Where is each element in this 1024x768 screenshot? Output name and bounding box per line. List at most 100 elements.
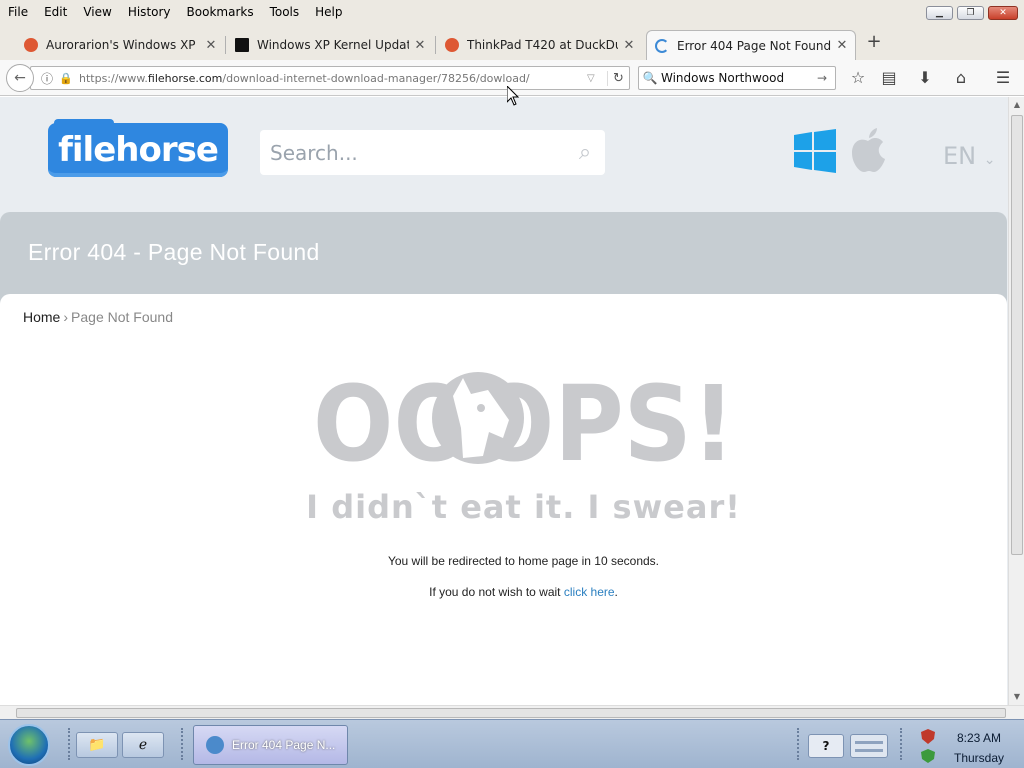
url-text[interactable]: https://www.filehorse.com/download-inter…: [73, 72, 587, 85]
taskbar-grip[interactable]: [797, 728, 801, 760]
menu-edit[interactable]: Edit: [36, 5, 75, 19]
language-label: EN: [943, 142, 977, 170]
download-icon[interactable]: ⬇: [914, 68, 936, 88]
duckduckgo-icon: [24, 38, 38, 52]
menu-tools[interactable]: Tools: [262, 5, 308, 19]
taskbar-grip[interactable]: [181, 728, 185, 760]
wait-message: If you do not wish to wait click here.: [0, 585, 1008, 599]
search-go-icon[interactable]: →: [817, 71, 835, 85]
horizontal-scrollbar[interactable]: [0, 705, 1024, 719]
library-icon: [235, 38, 249, 52]
system-clock[interactable]: 8:23 AM Thursday: [944, 728, 1014, 768]
url-path: /download-internet-download-manager/7825…: [222, 71, 530, 85]
search-engine-icon[interactable]: 🔍: [639, 71, 661, 85]
scroll-thumb[interactable]: [16, 708, 1006, 718]
close-tab-icon[interactable]: ✕: [622, 38, 636, 53]
ie-quicklaunch-icon[interactable]: ℯ: [122, 732, 164, 758]
duckduckgo-icon: [445, 38, 459, 52]
horse-head-icon: [432, 372, 524, 464]
scroll-up-icon[interactable]: ▲: [1009, 97, 1024, 113]
close-tab-icon[interactable]: ✕: [204, 38, 218, 53]
click-here-link[interactable]: click here: [564, 585, 615, 599]
firefox-icon: [206, 736, 224, 754]
dropdown-icon[interactable]: ▽: [587, 73, 607, 84]
clock-day: Thursday: [953, 751, 1005, 765]
tab-aurorarion[interactable]: Aurorarion's Windows XP K ✕: [16, 30, 224, 60]
tab-thinkpad[interactable]: ThinkPad T420 at DuckDuc ✕: [437, 30, 642, 60]
menu-history[interactable]: History: [120, 5, 179, 19]
reload-icon[interactable]: ↻: [607, 70, 629, 86]
help-tray-label: ?: [822, 739, 830, 753]
mouse-cursor-icon: [507, 86, 519, 106]
lock-icon: 🔒: [59, 71, 73, 85]
tab-error-404[interactable]: Error 404 Page Not Found ✕: [646, 30, 856, 60]
page-viewport: filehorse Search... ⌕ EN ⌄ Error 404 - P…: [0, 97, 1008, 705]
content-panel: Home›Page Not Found OOOPS! I didn`t eat …: [0, 294, 1007, 705]
clock-time: 8:23 AM: [956, 731, 1002, 745]
desktop-toolbar-icon[interactable]: [850, 734, 888, 758]
breadcrumb-home-link[interactable]: Home: [23, 309, 60, 325]
breadcrumb-current: Page Not Found: [71, 309, 173, 325]
url-domain: filehorse.com: [147, 71, 223, 85]
wait-text: If you do not wish to wait: [429, 585, 564, 599]
apple-logo-icon[interactable]: [850, 127, 886, 173]
page-title: Error 404 - Page Not Found: [28, 239, 320, 265]
new-tab-icon[interactable]: +: [864, 32, 884, 52]
filehorse-logo[interactable]: filehorse: [48, 119, 228, 177]
window-controls: ▁ ❐ ✕: [926, 6, 1018, 20]
close-tab-icon[interactable]: ✕: [413, 38, 427, 53]
tab-title: Error 404 Page Not Found: [677, 38, 831, 53]
tab-windows-xp-kernel[interactable]: Windows XP Kernel Updat ✕: [227, 30, 433, 60]
security-shield-icon[interactable]: [920, 728, 936, 764]
scroll-thumb[interactable]: [1011, 115, 1023, 555]
menu-bar: File Edit View History Bookmarks Tools H…: [0, 0, 1024, 24]
tab-title: Aurorarion's Windows XP K: [46, 38, 200, 52]
oops-tagline: I didn`t eat it. I swear!: [306, 488, 741, 526]
tab-strip: Aurorarion's Windows XP K ✕ Windows XP K…: [0, 24, 1024, 60]
home-icon[interactable]: ⌂: [950, 68, 972, 88]
reading-list-icon[interactable]: ▤: [878, 68, 900, 88]
search-bar[interactable]: 🔍 Windows Northwood →: [638, 66, 836, 90]
tab-divider: [225, 36, 226, 54]
oops-graphic: OOOPS!: [313, 368, 735, 468]
restore-button[interactable]: ❐: [957, 6, 984, 20]
url-prefix: https://www.: [79, 71, 148, 85]
taskbar: 📁 ℯ Error 404 Page N... ? 8:23 AM Thursd…: [0, 719, 1024, 768]
logo-text: filehorse: [58, 130, 219, 170]
chevron-right-icon: ›: [63, 309, 69, 325]
back-button[interactable]: ←: [6, 64, 34, 92]
site-search-box[interactable]: Search... ⌕: [260, 130, 605, 175]
vertical-scrollbar[interactable]: ▲ ▼: [1008, 97, 1024, 705]
start-button[interactable]: [8, 724, 50, 766]
bookmark-star-icon[interactable]: ☆: [847, 68, 869, 88]
loading-icon: [655, 38, 669, 53]
close-tab-icon[interactable]: ✕: [835, 38, 849, 53]
windows-logo-icon[interactable]: [794, 129, 836, 173]
chevron-down-icon: ⌄: [983, 152, 996, 168]
url-bar[interactable]: ⓘ 🔒 https://www.filehorse.com/download-i…: [30, 66, 630, 90]
menu-hamburger-icon[interactable]: ☰: [992, 68, 1014, 88]
help-tray-icon[interactable]: ?: [808, 734, 844, 758]
taskbar-grip[interactable]: [900, 728, 904, 760]
menu-view[interactable]: View: [75, 5, 119, 19]
explorer-quicklaunch-icon[interactable]: 📁: [76, 732, 118, 758]
taskbar-item-label: Error 404 Page N...: [232, 738, 336, 752]
close-window-button[interactable]: ✕: [988, 6, 1018, 20]
redirect-message: You will be redirected to home page in 1…: [387, 554, 660, 568]
language-selector[interactable]: EN ⌄: [943, 142, 996, 170]
info-icon[interactable]: ⓘ: [41, 70, 59, 87]
taskbar-grip[interactable]: [68, 728, 72, 760]
taskbar-item-firefox[interactable]: Error 404 Page N...: [193, 725, 348, 765]
search-icon[interactable]: ⌕: [565, 140, 605, 165]
scroll-down-icon[interactable]: ▼: [1009, 689, 1024, 705]
site-search-placeholder: Search...: [270, 140, 358, 165]
tab-title: Windows XP Kernel Updat: [257, 38, 409, 52]
search-bar-value: Windows Northwood: [661, 71, 785, 85]
minimize-button[interactable]: ▁: [926, 6, 953, 20]
menu-file[interactable]: File: [0, 5, 36, 19]
tab-title: ThinkPad T420 at DuckDuc: [467, 38, 618, 52]
tab-divider: [435, 36, 436, 54]
menu-help[interactable]: Help: [307, 5, 350, 19]
breadcrumb: Home › Page Not Found: [23, 309, 173, 325]
menu-bookmarks[interactable]: Bookmarks: [179, 5, 262, 19]
